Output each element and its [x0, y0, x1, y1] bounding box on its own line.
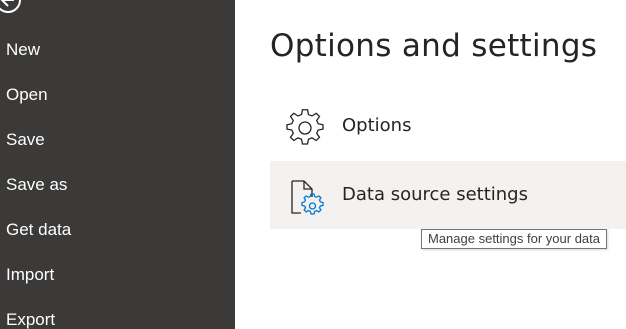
menu-item-save[interactable]: Save	[0, 122, 235, 158]
data-source-settings-icon	[285, 177, 325, 217]
backstage-sidebar: New Open Save Save as Get data Import Ex…	[0, 0, 235, 329]
page-title: Options and settings	[270, 28, 598, 64]
options-item[interactable]: Options	[270, 92, 626, 160]
data-source-settings-label: Data source settings	[342, 184, 528, 205]
menu-item-save-as[interactable]: Save as	[0, 167, 235, 203]
back-arrow-icon	[0, 0, 21, 13]
menu-item-open[interactable]: Open	[0, 77, 235, 113]
main-content: Options and settings Options Data source…	[235, 0, 626, 329]
data-source-settings-item[interactable]: Data source settings	[270, 161, 626, 229]
options-label: Options	[342, 115, 412, 136]
menu-item-new[interactable]: New	[0, 32, 235, 68]
menu-item-export[interactable]: Export	[0, 302, 235, 329]
gear-icon	[285, 108, 325, 148]
back-button[interactable]	[0, 0, 30, 22]
tooltip: Manage settings for your data	[421, 229, 607, 249]
menu-item-import[interactable]: Import	[0, 257, 235, 293]
menu-item-get-data[interactable]: Get data	[0, 212, 235, 248]
